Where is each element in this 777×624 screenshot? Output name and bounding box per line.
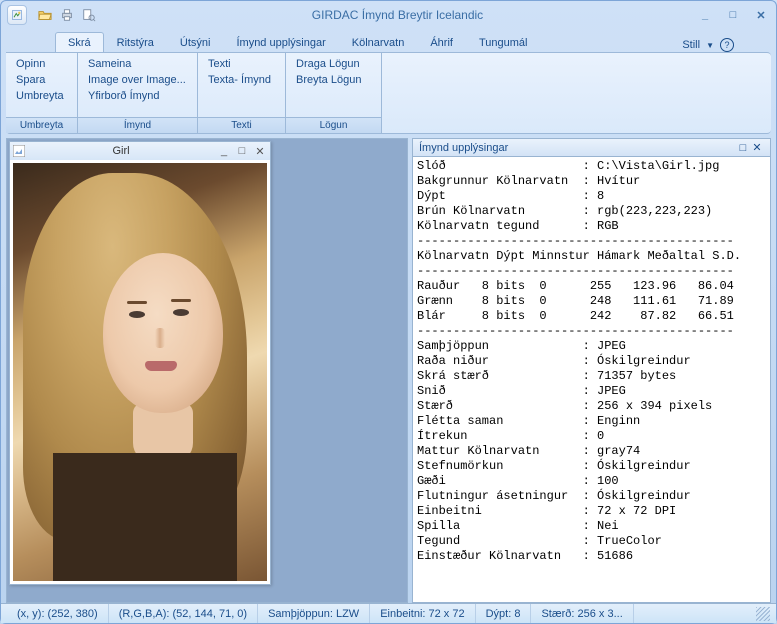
print-preview-icon[interactable]	[79, 5, 99, 25]
maximize-button[interactable]: □	[724, 7, 742, 23]
cmd-opinn[interactable]: Opinn	[14, 57, 69, 71]
print-icon[interactable]	[57, 5, 77, 25]
panel-close-button[interactable]: ✕	[750, 141, 764, 154]
status-resolution: Einbeitni: 72 x 72	[370, 604, 475, 623]
title-bar: GIRDAC Ímynd Breytir Icelandic _ □ ✕	[1, 1, 776, 29]
mdi-child-window[interactable]: Girl _ □ ✕	[9, 141, 271, 585]
status-xy: (x, y): (252, 380)	[7, 604, 109, 623]
minimize-button[interactable]: _	[696, 7, 714, 23]
close-button[interactable]: ✕	[752, 7, 770, 23]
mdi-minimize-button[interactable]: _	[217, 145, 231, 157]
status-size: Stærð: 256 x 3...	[531, 604, 633, 623]
cmd-spara[interactable]: Spara	[14, 73, 69, 87]
tab-skra[interactable]: Skrá	[55, 32, 104, 52]
tab-tungumal[interactable]: Tungumál	[466, 32, 541, 52]
folder-open-icon[interactable]	[35, 5, 55, 25]
workspace: Girl _ □ ✕ Ímynd upplýsingar □ ✕ Slóð : …	[6, 138, 771, 603]
ribbon-tabs: Skrá Ritstýra Útsýni Ímynd upplýsingar K…	[1, 29, 776, 52]
tab-imynd-upplysingar[interactable]: Ímynd upplýsingar	[223, 32, 338, 52]
status-rgba: (R,G,B,A): (52, 144, 71, 0)	[109, 604, 258, 623]
tab-ritstyra[interactable]: Ritstýra	[104, 32, 167, 52]
ribbon-group-logun: Draga Lögun Breyta Lögun Lögun	[286, 53, 382, 133]
group-label: Ímynd	[78, 117, 197, 133]
quick-access-toolbar	[35, 5, 99, 25]
cmd-breyta-logun[interactable]: Breyta Lögun	[294, 73, 373, 87]
ribbon-group-texti: Texti Texta- Ímynd Texti	[198, 53, 286, 133]
info-panel: Ímynd upplýsingar □ ✕ Slóð : C:\Vista\Gi…	[412, 138, 771, 603]
ribbon-group-umbreyta: Opinn Spara Umbreyta Umbreyta	[6, 53, 78, 133]
mdi-close-button[interactable]: ✕	[253, 145, 267, 158]
still-menu[interactable]: Still	[682, 39, 700, 51]
cmd-image-over-image[interactable]: Image over Image...	[86, 73, 189, 87]
status-compression: Samþjöppun: LZW	[258, 604, 370, 623]
tab-utsyni[interactable]: Útsýni	[167, 32, 224, 52]
info-panel-body[interactable]: Slóð : C:\Vista\Girl.jpg Bakgrunnur Köln…	[413, 157, 770, 602]
pin-icon[interactable]: □	[736, 142, 750, 154]
image-canvas[interactable]	[13, 163, 267, 581]
info-panel-title: Ímynd upplýsingar	[419, 142, 736, 154]
help-button[interactable]: ?	[720, 38, 734, 52]
mdi-child-title: Girl	[29, 145, 213, 157]
status-bar: (x, y): (252, 380) (R,G,B,A): (52, 144, …	[1, 603, 776, 623]
tab-kolnarvatn[interactable]: Kölnarvatn	[339, 32, 418, 52]
tab-ahrif[interactable]: Áhrif	[417, 32, 466, 52]
resize-grip[interactable]	[756, 607, 770, 621]
mdi-child-titlebar[interactable]: Girl _ □ ✕	[10, 142, 270, 160]
ribbon-group-imynd: Sameina Image over Image... Yfirborð Ímy…	[78, 53, 198, 133]
mdi-area[interactable]: Girl _ □ ✕	[6, 138, 408, 603]
cmd-sameina[interactable]: Sameina	[86, 57, 189, 71]
window-title: GIRDAC Ímynd Breytir Icelandic	[103, 8, 692, 22]
app-menu-button[interactable]	[7, 5, 27, 25]
chevron-down-icon[interactable]: ▼	[706, 41, 714, 50]
info-panel-titlebar[interactable]: Ímynd upplýsingar □ ✕	[413, 139, 770, 157]
group-label: Lögun	[286, 117, 381, 133]
ribbon: Opinn Spara Umbreyta Umbreyta Sameina Im…	[6, 52, 771, 134]
cmd-umbreyta[interactable]: Umbreyta	[14, 89, 69, 103]
image-file-icon	[13, 145, 25, 157]
group-label: Texti	[198, 117, 285, 133]
cmd-yfirbord-imynd[interactable]: Yfirborð Ímynd	[86, 89, 189, 103]
cmd-texta-imynd[interactable]: Texta- Ímynd	[206, 73, 277, 87]
window-controls: _ □ ✕	[696, 7, 770, 23]
status-depth: Dýpt: 8	[476, 604, 532, 623]
cmd-texti[interactable]: Texti	[206, 57, 277, 71]
info-text: Slóð : C:\Vista\Girl.jpg Bakgrunnur Köln…	[417, 159, 766, 564]
mdi-maximize-button[interactable]: □	[235, 145, 249, 157]
group-label: Umbreyta	[6, 117, 77, 133]
cmd-draga-logun[interactable]: Draga Lögun	[294, 57, 373, 71]
